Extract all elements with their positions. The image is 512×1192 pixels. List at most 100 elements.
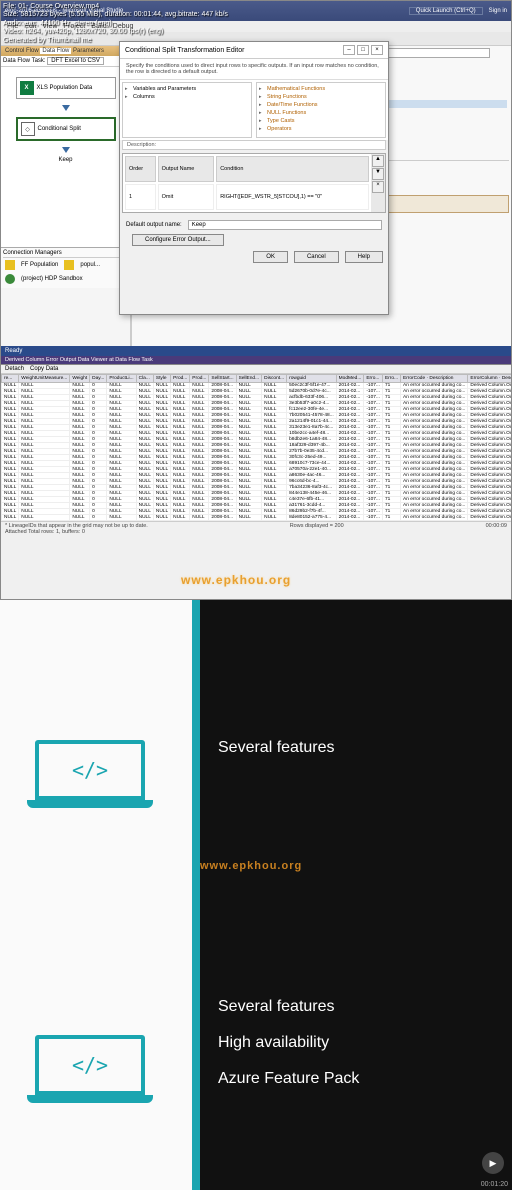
connection-managers-panel: Connection Managers FF Population popul.… — [1, 247, 130, 288]
panel-header: Connection Managers — [3, 250, 128, 258]
video-metadata-overlay: File: 01- Course Overview.mp4 Size: 5815… — [1, 1, 230, 47]
tree-item[interactable]: NULL Functions — [259, 109, 383, 117]
reorder-buttons: ▲ ▼ × — [371, 154, 385, 212]
default-output-input[interactable] — [188, 220, 382, 230]
conditional-split-editor-dialog: Conditional Split Transformation Editor … — [119, 41, 389, 315]
column-header[interactable]: Weight — [70, 375, 90, 383]
configure-error-output-button[interactable]: Configure Error Output... — [132, 234, 224, 246]
close-button[interactable]: × — [371, 45, 383, 55]
column-header[interactable]: Erro... — [382, 375, 400, 383]
column-header[interactable]: Day... — [90, 375, 107, 383]
task-dropdown[interactable]: DFT Excel to CSV — [47, 57, 104, 65]
canvas[interactable]: X XLS Population Data ◇ Conditional Spli… — [1, 67, 130, 247]
minimize-button[interactable]: – — [343, 45, 355, 55]
data-viewer-title: Derived Column Error Output Data Viewer … — [1, 356, 511, 364]
column-header[interactable]: SellStart... — [209, 375, 236, 383]
ok-button[interactable]: OK — [253, 251, 288, 263]
status-bar: Ready — [1, 346, 511, 356]
col-output-name: Output Name — [158, 156, 215, 182]
sign-in-link[interactable]: Sign in — [489, 8, 507, 14]
feature-text-2: High availability — [218, 1034, 494, 1052]
detach-button[interactable]: Detach — [5, 366, 24, 372]
quick-launch[interactable]: Quick Launch (Ctrl+Q) — [409, 7, 483, 15]
tree-item[interactable]: Variables and Parameters — [125, 85, 249, 93]
column-header[interactable]: Prod... — [190, 375, 209, 383]
dialog-description: Specify the conditions used to direct in… — [120, 59, 388, 80]
tab-data-flow[interactable]: Data Flow — [40, 48, 71, 54]
col-order: Order — [125, 156, 156, 182]
maximize-button[interactable]: □ — [357, 45, 369, 55]
tree-item[interactable]: Operators — [259, 125, 383, 133]
timestamp-label: 00:01:20 — [481, 1181, 508, 1188]
table-row[interactable]: NULLNULLNULL0NULLNULLNULLNULLNULL2008-04… — [2, 515, 512, 521]
play-icon[interactable]: ▶ — [482, 1152, 504, 1174]
project-conn-icon — [5, 274, 15, 284]
excel-icon: X — [20, 81, 34, 95]
delete-row-button[interactable]: × — [372, 181, 384, 193]
column-header[interactable]: Style — [153, 375, 170, 383]
design-surface: Control Flow Data Flow Parameters Data F… — [1, 46, 131, 346]
column-header[interactable]: SellEnd... — [236, 375, 262, 383]
default-output-label: Default output name: — [126, 222, 182, 228]
accent-bar — [192, 895, 200, 1190]
help-button[interactable]: Help — [345, 251, 383, 263]
laptop-icon: </> — [35, 1035, 145, 1110]
watermark-text: www.epkhou.org — [200, 860, 302, 872]
xls-source-box[interactable]: X XLS Population Data — [16, 77, 116, 99]
column-header[interactable]: re... — [2, 375, 19, 383]
condition-grid[interactable]: Order Output Name Condition 1 Omit RIGHT… — [122, 153, 386, 213]
split-icon: ◇ — [21, 122, 35, 136]
feature-text-1: Several features — [218, 998, 494, 1016]
variables-tree[interactable]: Variables and Parameters Columns — [122, 82, 252, 138]
column-header[interactable]: Erro... — [364, 375, 383, 383]
task-selector: Data Flow Task: DFT Excel to CSV — [1, 56, 130, 67]
column-header[interactable]: Discont... — [262, 375, 287, 383]
presentation-slide-1: </> Several features www.epkhou.org — [0, 600, 512, 895]
description-field: Description: — [122, 140, 386, 150]
grid-footer: * LineageIDs that appear in the grid may… — [1, 521, 511, 536]
slide-left-pattern: </> — [0, 600, 192, 895]
column-header[interactable]: WeightUnitMeasure... — [19, 375, 70, 383]
conn-popul[interactable]: popul... — [80, 262, 100, 268]
designer-tabs: Control Flow Data Flow Parameters — [1, 46, 130, 56]
tree-item[interactable]: String Functions — [259, 93, 383, 101]
conn-ff-population[interactable]: FF Population — [21, 262, 58, 268]
column-header[interactable]: Cla... — [136, 375, 153, 383]
slide-left-pattern: </> — [0, 895, 192, 1190]
conn-hdp-sandbox[interactable]: (project) HDP Sandbox — [21, 276, 83, 282]
tree-item[interactable]: Columns — [125, 93, 249, 101]
functions-tree[interactable]: Mathematical Functions String Functions … — [256, 82, 386, 138]
default-output-row: Default output name: — [120, 216, 388, 234]
conditional-split-box[interactable]: ◇ Conditional Split — [16, 117, 116, 141]
tab-parameters[interactable]: Parameters — [73, 48, 104, 54]
flatfile-icon — [5, 260, 15, 270]
column-header[interactable]: Prod... — [171, 375, 190, 383]
column-header[interactable]: ProductLi... — [107, 375, 136, 383]
flow-arrow-icon — [62, 105, 70, 111]
tree-item[interactable]: Type Casts — [259, 117, 383, 125]
data-grid-table[interactable]: re...WeightUnitMeasure...WeightDay...Pro… — [1, 374, 511, 521]
flatfile-icon — [64, 260, 74, 270]
tree-item[interactable]: Mathematical Functions — [259, 85, 383, 93]
column-header[interactable]: ModMed... — [336, 375, 364, 383]
feature-text: Several features — [218, 739, 494, 757]
keep-output-label: Keep — [5, 157, 126, 163]
move-up-button[interactable]: ▲ — [372, 155, 384, 167]
tree-item[interactable]: Date/Time Functions — [259, 101, 383, 109]
flow-arrow-icon — [62, 147, 70, 153]
feature-text-3: Azure Feature Pack — [218, 1070, 494, 1088]
tab-control-flow[interactable]: Control Flow — [5, 48, 39, 54]
visual-studio-window: File: 01- Course Overview.mp4 Size: 5815… — [0, 0, 512, 600]
presentation-slide-2: </> Several features High availability A… — [0, 895, 512, 1190]
cancel-button[interactable]: Cancel — [294, 251, 339, 263]
copy-data-button[interactable]: Copy Data — [30, 366, 58, 372]
column-header[interactable]: ErrorColumn · Description — [468, 375, 511, 383]
dialog-title: Conditional Split Transformation Editor — [125, 47, 244, 54]
watermark-text: www.epkhou.org — [181, 573, 291, 587]
column-header[interactable]: rowguid — [287, 375, 337, 383]
column-header[interactable]: ErrorCode · Description — [401, 375, 468, 383]
accent-bar — [192, 600, 200, 895]
laptop-icon: </> — [35, 740, 145, 815]
move-down-button[interactable]: ▼ — [372, 168, 384, 180]
condition-row[interactable]: 1 Omit RIGHT([EDF_WSTR_5]STCOU],1) == "0… — [125, 184, 369, 210]
